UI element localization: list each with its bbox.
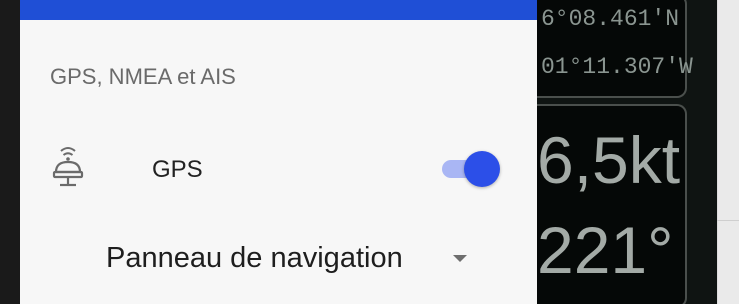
left-edge — [0, 0, 20, 304]
switch-thumb — [464, 151, 500, 187]
speed-heading-box: 6,5kt 221° — [537, 104, 687, 304]
dashboard-select-value: Panneau de navigation — [106, 242, 403, 274]
instrument-panel: 6°08.461'N 01°11.307'W 6,5kt 221° — [537, 0, 717, 304]
section-header-gps-nmea-ais: GPS, NMEA et AIS — [50, 64, 236, 89]
drawer-top-bar — [20, 0, 537, 20]
heading-readout: 221° — [537, 213, 674, 287]
dashboard-select[interactable]: Panneau de navigation — [20, 228, 537, 288]
gps-toggle-row[interactable]: GPS — [20, 140, 537, 202]
gps-toggle-switch[interactable] — [440, 150, 502, 188]
speed-readout: 6,5kt — [537, 123, 681, 197]
navigation-drawer: GPS, NMEA et AIS GPS Panneau de navigati… — [20, 0, 537, 304]
longitude-readout: 01°11.307'W — [541, 54, 693, 80]
gps-antenna-icon — [50, 142, 86, 190]
right-divider — [717, 220, 739, 221]
latitude-readout: 6°08.461'N — [541, 6, 680, 32]
gps-label: GPS — [152, 156, 203, 183]
right-background-strip — [717, 0, 739, 304]
position-box: 6°08.461'N 01°11.307'W — [537, 0, 693, 98]
dropdown-caret-icon — [453, 255, 467, 262]
